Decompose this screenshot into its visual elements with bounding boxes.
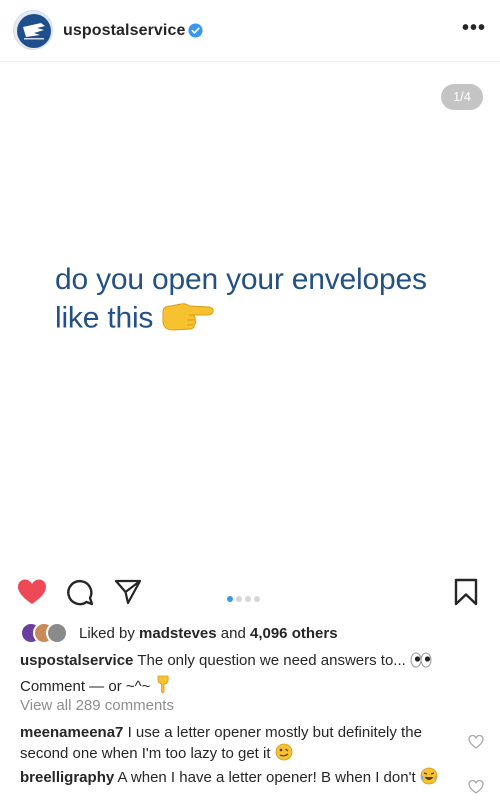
carousel-dot [254,596,260,602]
post-text-line2: like this [55,301,154,335]
share-icon[interactable] [114,578,142,606]
comment-icon[interactable] [66,578,94,606]
comment-like-icon[interactable] [468,779,484,795]
heart-filled-icon[interactable] [17,578,47,606]
likes-text: Liked by madsteves and 4,096 others [79,625,338,642]
post-header: uspostalservice ••• [0,0,500,62]
more-options-icon[interactable]: ••• [462,18,486,38]
carousel-dot [236,596,242,602]
post-caption: uspostalservice The only question we nee… [20,651,482,700]
slide-counter: 1/4 [441,84,483,110]
carousel-dot [245,596,251,602]
liker-username[interactable]: madsteves [139,625,217,642]
post-image-text: do you open your envelopes like this [55,261,475,341]
bookmark-icon[interactable] [454,578,478,606]
comment-item: breelligraphy A when I have a letter ope… [20,767,460,791]
post-media[interactable]: 1/4 do you open your envelopes like this [0,63,500,568]
woozy-face-emoji [275,743,293,767]
comment-username[interactable]: meenameena7 [20,724,123,741]
post-author-username[interactable]: uspostalservice [63,22,185,40]
post-text-line1: do you open your envelopes [55,263,427,296]
liker-avatar [46,622,68,644]
laughing-emoji [420,767,438,791]
comment-like-icon[interactable] [468,734,484,750]
pointing-right-hand-emoji [159,298,215,341]
carousel-dot-active [227,596,233,602]
eyes-emoji [410,652,432,674]
caption-text: The only question we need answers to... [137,652,406,669]
view-all-comments-link[interactable]: View all 289 comments [20,697,174,714]
profile-avatar[interactable] [13,10,53,50]
usps-logo-icon [17,14,51,48]
verified-badge-icon [188,23,203,38]
comment-username[interactable]: breelligraphy [20,769,114,786]
carousel-indicator [227,589,263,602]
likes-prefix: Liked by [79,625,135,642]
caption-username[interactable]: uspostalservice [20,652,133,669]
action-bar [0,570,500,616]
likes-count[interactable]: 4,096 others [250,625,338,642]
comment-item: meenameena7 I use a letter opener mostly… [20,723,460,767]
likes-conjunction: and [220,625,246,642]
comment-text: A when I have a letter opener! B when I … [117,769,416,786]
caption-text-line2: Comment — or ~^~ [20,678,151,695]
